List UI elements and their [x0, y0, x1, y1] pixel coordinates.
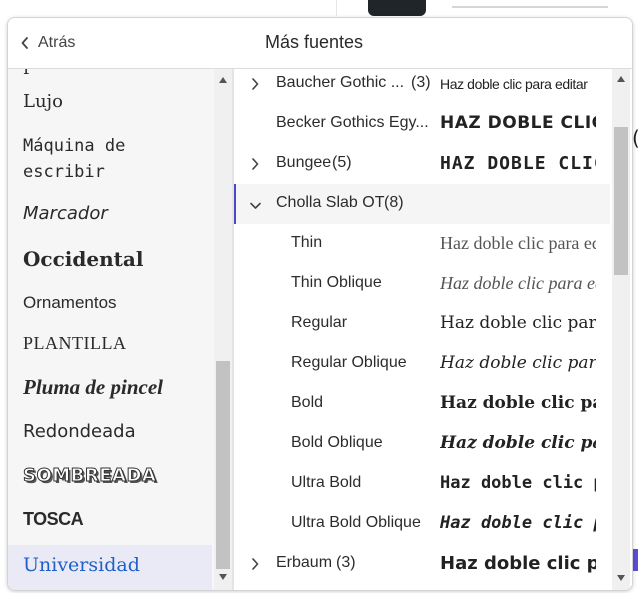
font-preview: Haz doble clic para editar: [440, 553, 596, 574]
font-list: Baucher Gothic ... (3) Haz doble clic pa…: [234, 69, 632, 590]
category-scrollbar-thumb[interactable]: [216, 361, 230, 569]
font-style-name: Regular: [291, 314, 348, 331]
chevron-right-icon[interactable]: [250, 77, 260, 96]
font-preview: HAZ DOBLE CLIC PARA EDITAR: [440, 113, 596, 133]
category-item-maquina-de-escribir[interactable]: Máquina de escribir: [8, 133, 212, 189]
category-label: PLANTILLA: [23, 333, 127, 353]
font-name: Becker Gothics Egy...: [276, 114, 429, 131]
font-name: Baucher Gothic ...: [276, 74, 405, 91]
category-item-occidental[interactable]: Occidental: [8, 247, 212, 281]
background-divider: [336, 0, 337, 16]
panel-header: Atrás Más fuentes: [8, 18, 632, 69]
background-line: [452, 6, 608, 8]
category-list: P Lujo Máquina de escribir Marcador Occi…: [8, 69, 234, 590]
font-preview: Haz doble clic para editar: [440, 513, 596, 533]
font-preview: Haz doble clic para editar: [440, 273, 596, 293]
chevron-right-icon[interactable]: [250, 157, 260, 176]
font-list-scroll-up-icon[interactable]: [617, 76, 625, 82]
font-style-row-bold[interactable]: Bold Haz doble clic para editar: [234, 384, 610, 424]
font-preview: Haz doble clic para editar: [440, 393, 596, 413]
font-style-name: Ultra Bold: [291, 474, 362, 491]
category-label: Redondeada: [23, 421, 136, 442]
category-label: Universidad: [23, 554, 140, 576]
font-style-name: Thin: [291, 234, 323, 251]
category-label: SOMBREADA: [22, 465, 157, 487]
chevron-right-icon[interactable]: [250, 557, 260, 576]
category-label: Máquina de escribir: [23, 136, 126, 182]
font-style-row-thin[interactable]: Thin Haz doble clic para editar: [234, 224, 610, 264]
category-item-partial-label: P: [23, 69, 34, 78]
font-preview: Haz doble clic para editar: [440, 233, 596, 253]
font-preview: HAZ DOBLE CLIC PARA EDITAR: [440, 153, 596, 174]
font-count: (3): [336, 554, 356, 571]
font-count: (8): [384, 194, 404, 211]
category-scroll-up-icon[interactable]: [219, 77, 227, 83]
chevron-down-icon[interactable]: [249, 198, 262, 216]
category-item-universidad[interactable]: Universidad: [8, 545, 212, 590]
font-row-becker-gothics[interactable]: Becker Gothics Egy... HAZ DOBLE CLIC PAR…: [234, 104, 610, 144]
font-name: Bungee: [276, 154, 332, 171]
category-item-plantilla[interactable]: PLANTILLA: [8, 333, 212, 367]
expanded-indicator: [234, 184, 236, 224]
font-style-row-regular-oblique[interactable]: Regular Oblique Haz doble clic para edit…: [234, 344, 610, 384]
category-scroll-down-icon[interactable]: [219, 574, 227, 580]
more-fonts-panel: Atrás Más fuentes P Lujo Máquina de escr…: [7, 17, 633, 591]
font-style-row-thin-oblique[interactable]: Thin Oblique Haz doble clic para editar: [234, 264, 610, 304]
category-item-pluma-de-pincel[interactable]: Pluma de pincel: [8, 375, 212, 411]
font-preview: Haz doble clic para editar: [440, 76, 588, 92]
font-preview: Haz doble clic para editar: [440, 473, 596, 493]
font-row-erbaum[interactable]: Erbaum (3) Haz doble clic para editar: [234, 544, 610, 584]
font-row-bungee[interactable]: Bungee (5) HAZ DOBLE CLIC PARA EDITAR: [234, 144, 610, 184]
font-style-row-ultra-bold-oblique[interactable]: Ultra Bold Oblique Haz doble clic para e…: [234, 504, 610, 544]
font-style-row-regular[interactable]: Regular Haz doble clic para editar: [234, 304, 610, 344]
font-style-name: Bold Oblique: [291, 434, 383, 451]
category-item-redondeada[interactable]: Redondeada: [8, 421, 212, 455]
font-style-name: Thin Oblique: [291, 274, 382, 291]
font-style-row-bold-oblique[interactable]: Bold Oblique Haz doble clic para editar: [234, 424, 610, 464]
category-item-tosca[interactable]: TOSCA: [8, 509, 212, 543]
font-preview: Haz doble clic para editar: [440, 353, 596, 373]
font-row-baucher-gothic[interactable]: Baucher Gothic ... (3) Haz doble clic pa…: [234, 69, 610, 104]
category-label: TOSCA: [23, 509, 84, 529]
category-label: Marcador: [23, 203, 108, 224]
font-style-name: Regular Oblique: [291, 354, 407, 371]
category-label: Pluma de pincel: [23, 375, 163, 399]
font-name: Erbaum: [276, 554, 333, 571]
background-dark-tab: [368, 0, 426, 16]
category-item-lujo[interactable]: Lujo: [8, 91, 212, 125]
category-label: Occidental: [23, 247, 144, 271]
panel-title: Más fuentes: [264, 32, 364, 52]
font-style-name: Ultra Bold Oblique: [291, 514, 421, 531]
font-count: (3): [411, 74, 431, 91]
category-item-partial[interactable]: P: [8, 69, 212, 79]
category-item-ornamentos[interactable]: Ornamentos: [8, 293, 212, 327]
font-style-row-ultra-bold[interactable]: Ultra Bold Haz doble clic para editar: [234, 464, 610, 504]
font-list-scroll-down-icon[interactable]: [617, 575, 625, 581]
category-label: Lujo: [23, 91, 63, 112]
font-list-scrollbar-thumb[interactable]: [614, 127, 628, 275]
font-preview: Haz doble clic para editar: [440, 313, 596, 333]
font-name: Cholla Slab OT: [276, 194, 385, 211]
category-label: Ornamentos: [23, 293, 117, 312]
font-preview: Haz doble clic para editar: [440, 433, 596, 453]
category-item-marcador[interactable]: Marcador: [8, 203, 212, 237]
font-count: (5): [332, 154, 352, 171]
font-style-name: Bold: [291, 394, 324, 411]
font-row-cholla-slab[interactable]: Cholla Slab OT (8): [234, 184, 610, 224]
category-item-sombreada[interactable]: SOMBREADA: [8, 465, 212, 499]
